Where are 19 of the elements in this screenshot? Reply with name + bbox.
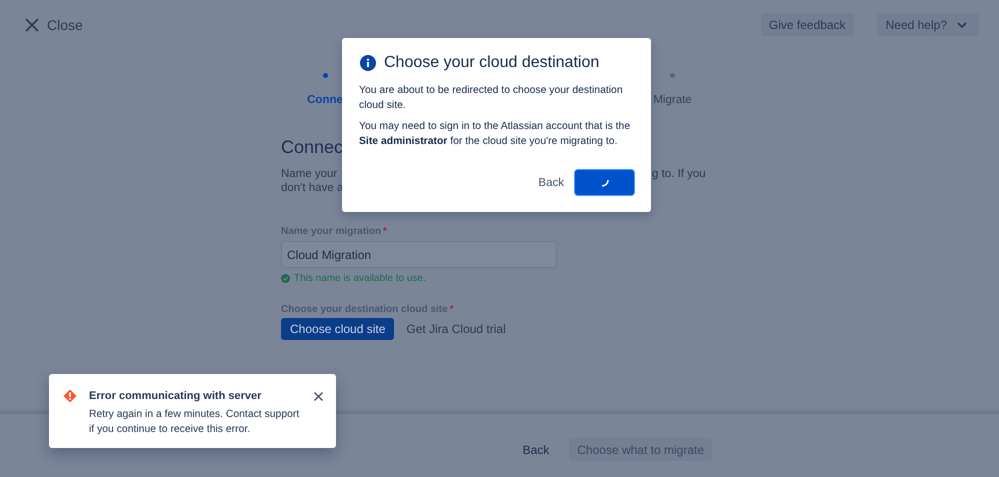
toast-title: Error communicating with server [89, 390, 262, 402]
step-label: Conne [307, 94, 343, 106]
dialog-title: Choose your cloud destination [384, 54, 600, 72]
help-dropdown[interactable]: Need help? [876, 13, 979, 36]
dialog-text: You may need to sign in to the Atlassian account that is the Site administrator for the cloud site you're migrating to. [359, 120, 632, 148]
step-label: Migrate [653, 94, 692, 106]
dialog-text: You are about to be redirected to choose your destination cloud site. [359, 84, 624, 112]
feedback-button[interactable]: Give feedback [760, 13, 854, 36]
close-button[interactable]: Close [25, 16, 83, 32]
back-button[interactable]: Back [522, 442, 550, 456]
intro-text: g to. If you [652, 167, 706, 181]
jira-trial-link[interactable]: Get Jira Cloud trial [406, 322, 506, 336]
success-message: This name is available to use. [294, 273, 426, 284]
intro-text: Name your [281, 167, 338, 181]
toast-message: Retry again in a few minutes. Contact support if you continue to receive this error. [89, 408, 300, 437]
choose-cloud-site-button[interactable]: Choose cloud site [281, 318, 394, 340]
page-heading: Connec [281, 137, 344, 158]
migration-name-field[interactable]: Cloud Migration [281, 241, 557, 268]
back-button[interactable]: Back [538, 176, 564, 188]
